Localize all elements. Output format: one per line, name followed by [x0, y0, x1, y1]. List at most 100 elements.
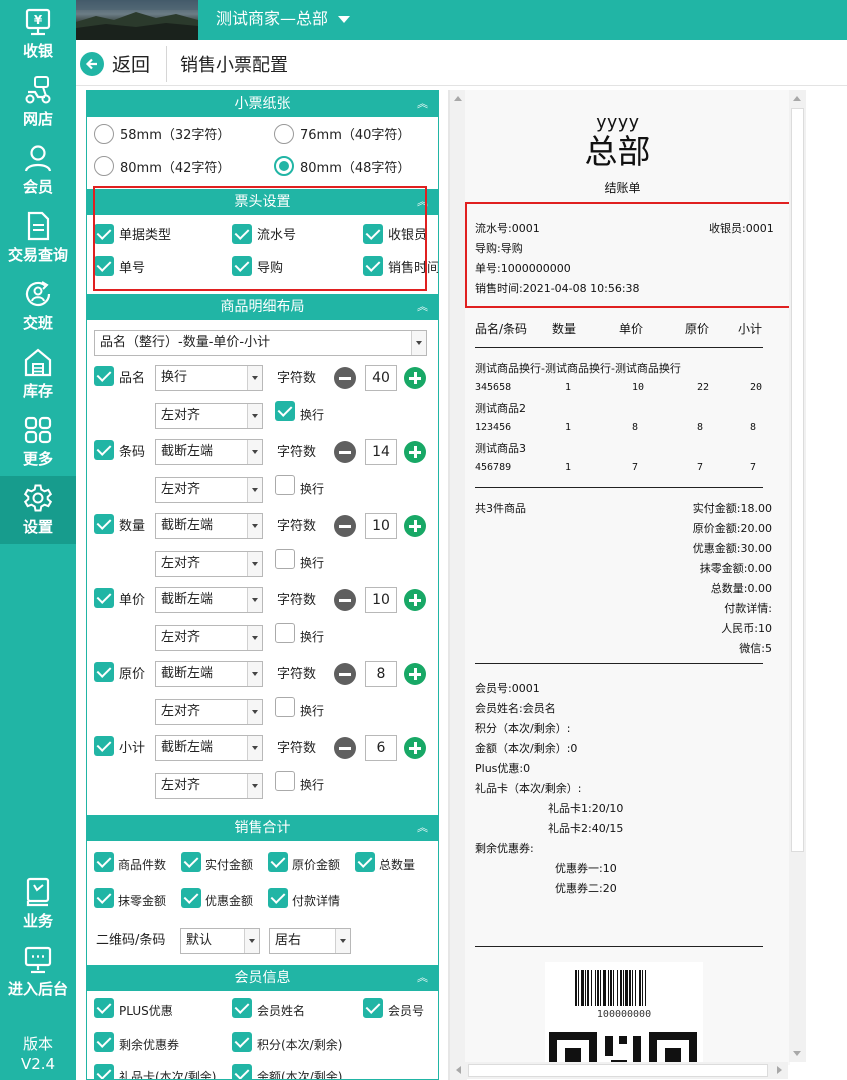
radio-58mm[interactable]	[94, 124, 114, 144]
store-selector[interactable]: 测试商家—总部	[216, 8, 351, 30]
checkbox-total-qty[interactable]	[355, 852, 375, 872]
decrement-button[interactable]	[334, 663, 356, 685]
checkbox-wrap[interactable]	[275, 549, 295, 569]
barcode-bar	[639, 970, 641, 1006]
decrement-button[interactable]	[334, 515, 356, 537]
chars-input[interactable]: 8	[365, 661, 397, 687]
increment-button[interactable]	[404, 367, 426, 389]
decrement-button[interactable]	[334, 589, 356, 611]
sidebar-item-online-store[interactable]: 网店	[0, 68, 76, 136]
checkbox-gift-card[interactable]	[94, 1064, 114, 1079]
field-mode-select[interactable]: 换行	[155, 365, 263, 391]
select-value: 品名（整行）-数量-单价-小计	[100, 335, 271, 350]
sidebar-item-more[interactable]: 更多	[0, 408, 76, 476]
checkbox-field-1[interactable]	[94, 440, 114, 460]
field-label: 小计	[119, 741, 146, 756]
qr-position-select[interactable]: 居右	[269, 928, 351, 954]
checkbox-plus-discount[interactable]	[94, 998, 114, 1018]
checkbox-payment-detail[interactable]	[268, 888, 288, 908]
field-mode-select[interactable]: 截断左端	[155, 735, 263, 761]
checkbox-paid-amount[interactable]	[181, 852, 201, 872]
field-align-select[interactable]: 左对齐	[155, 625, 263, 651]
field-align-select[interactable]: 左对齐	[155, 403, 263, 429]
checkbox-wrap[interactable]	[275, 401, 295, 421]
checkbox-label: 抹零金额	[118, 894, 167, 908]
radio-80mm-48[interactable]	[274, 156, 294, 176]
checkbox-rounding[interactable]	[94, 888, 114, 908]
sidebar-item-cashier[interactable]: ¥ 收银	[0, 0, 76, 68]
chars-input[interactable]: 10	[365, 513, 397, 539]
increment-button[interactable]	[404, 589, 426, 611]
checkbox-wrap[interactable]	[275, 771, 295, 791]
radio-76mm[interactable]	[274, 124, 294, 144]
section-header-paper[interactable]: 小票纸张 ︽	[87, 91, 438, 117]
back-button[interactable]: 返回	[80, 50, 150, 77]
decrement-button[interactable]	[334, 367, 356, 389]
scroll-thumb[interactable]	[468, 1064, 768, 1077]
preview-hscrollbar[interactable]	[450, 1062, 788, 1079]
checkbox-points[interactable]	[232, 1032, 252, 1052]
field-align-select[interactable]: 左对齐	[155, 699, 263, 725]
increment-button[interactable]	[404, 515, 426, 537]
checkbox-field-2[interactable]	[94, 514, 114, 534]
scroll-down-arrow[interactable]	[789, 1045, 806, 1062]
checkbox-field-0[interactable]	[94, 366, 114, 386]
checkbox-member-name[interactable]	[232, 998, 252, 1018]
increment-button[interactable]	[404, 737, 426, 759]
increment-button[interactable]	[404, 441, 426, 463]
checkbox-remaining-coupons[interactable]	[94, 1032, 114, 1052]
chevron-down-icon	[335, 929, 350, 953]
checkbox-original-amount[interactable]	[268, 852, 288, 872]
field-mode-select[interactable]: 截断左端	[155, 513, 263, 539]
sidebar-item-backend[interactable]: 进入后台	[0, 938, 76, 1006]
checkbox-wrap[interactable]	[275, 623, 295, 643]
sidebar-item-inventory[interactable]: 库存	[0, 340, 76, 408]
scroll-right-arrow[interactable]	[771, 1062, 788, 1079]
checkbox-member-no[interactable]	[363, 998, 383, 1018]
increment-button[interactable]	[404, 663, 426, 685]
sidebar-item-shift[interactable]: 交班	[0, 272, 76, 340]
chars-input[interactable]: 6	[365, 735, 397, 761]
checkbox-balance[interactable]	[232, 1064, 252, 1079]
scroll-thumb[interactable]	[791, 108, 804, 852]
column-header: 数量	[552, 322, 577, 336]
section-header-member-info[interactable]: 会员信息 ︽	[87, 965, 438, 991]
checkbox-wrap[interactable]	[275, 475, 295, 495]
field-align-select[interactable]: 左对齐	[155, 773, 263, 799]
preview-scrollbar[interactable]	[789, 90, 806, 1062]
wrap-label: 换行	[300, 408, 325, 422]
chars-input[interactable]: 14	[365, 439, 397, 465]
layout-select[interactable]: 品名（整行）-数量-单价-小计	[94, 330, 427, 356]
sidebar-item-business[interactable]: 业务	[0, 870, 76, 938]
section-header-detail-layout[interactable]: 商品明细布局 ︽	[87, 294, 438, 320]
field-mode-select[interactable]: 截断左端	[155, 587, 263, 613]
checkbox-field-3[interactable]	[94, 588, 114, 608]
decrement-button[interactable]	[334, 441, 356, 463]
section-header-sales-total[interactable]: 销售合计 ︽	[87, 815, 438, 841]
field-align-select[interactable]: 左对齐	[155, 477, 263, 503]
scroll-left-arrow[interactable]	[450, 1062, 467, 1079]
chars-input[interactable]: 40	[365, 365, 397, 391]
sidebar-item-transactions[interactable]: 交易查询	[0, 204, 76, 272]
checkbox-item-count[interactable]	[94, 852, 114, 872]
chars-input[interactable]: 10	[365, 587, 397, 613]
checkbox-wrap[interactable]	[275, 697, 295, 717]
checkbox-label: 会员姓名	[257, 1004, 306, 1018]
sidebar-item-member[interactable]: 会员	[0, 136, 76, 204]
checkbox-field-5[interactable]	[94, 736, 114, 756]
column-header: 小计	[738, 322, 763, 336]
chars-label: 字符数	[277, 445, 317, 460]
checkbox-field-4[interactable]	[94, 662, 114, 682]
member-line: Plus优惠:0	[475, 762, 531, 775]
qr-type-select[interactable]: 默认	[180, 928, 260, 954]
field-align-select[interactable]: 左对齐	[155, 551, 263, 577]
field-mode-select[interactable]: 截断左端	[155, 661, 263, 687]
sidebar-item-settings[interactable]: 设置	[0, 476, 76, 544]
field-mode-select[interactable]: 截断左端	[155, 439, 263, 465]
checkbox-discount[interactable]	[181, 888, 201, 908]
book-icon	[26, 877, 50, 907]
scroll-up-arrow[interactable]	[789, 90, 806, 107]
decrement-button[interactable]	[334, 737, 356, 759]
column-header: 原价	[685, 322, 710, 336]
radio-80mm-42[interactable]	[94, 156, 114, 176]
